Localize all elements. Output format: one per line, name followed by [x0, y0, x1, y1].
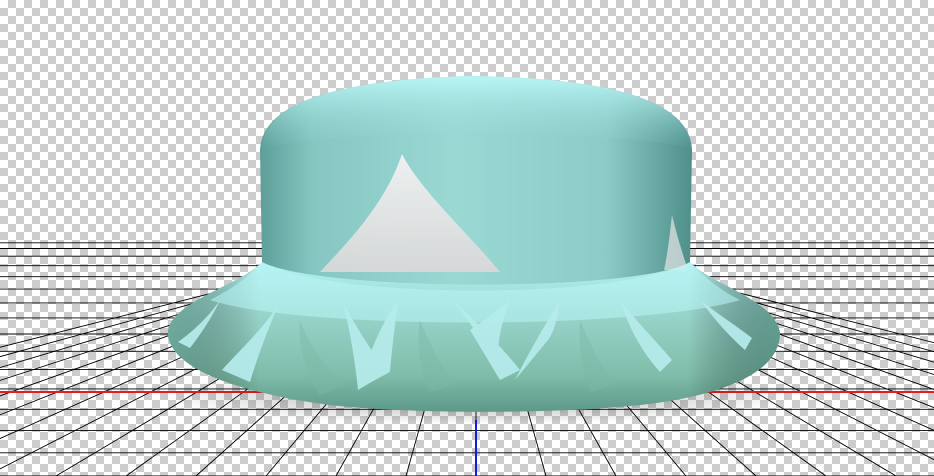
3d-viewport[interactable] [0, 0, 934, 476]
hat-model[interactable] [167, 76, 780, 412]
viewport-scene[interactable] [0, 0, 934, 476]
